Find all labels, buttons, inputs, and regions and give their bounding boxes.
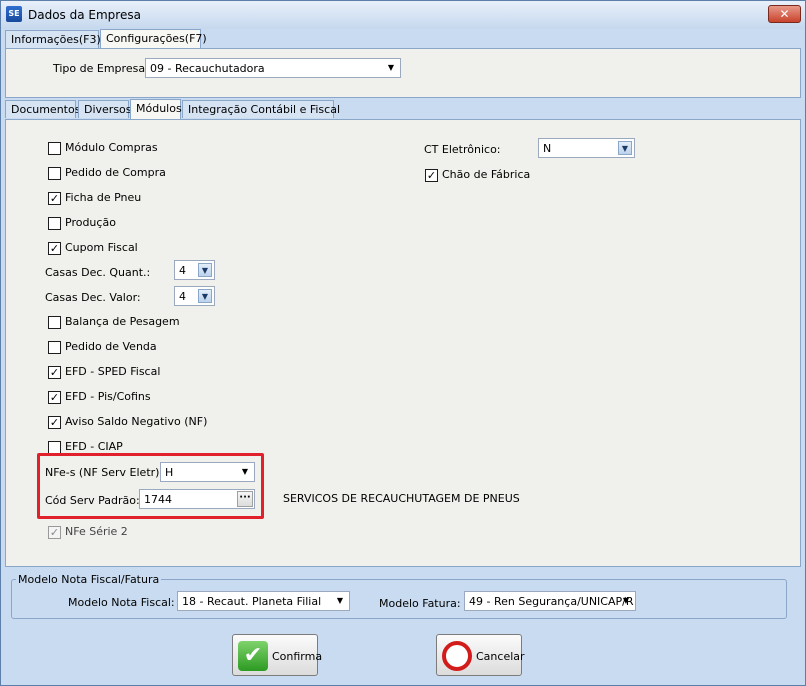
cancelar-label: Cancelar — [476, 650, 525, 663]
ct-eletronico-select[interactable]: N ▼ — [538, 138, 635, 158]
chevron-down-icon: ▼ — [387, 63, 395, 72]
cod-serv-value: 1744 — [144, 493, 172, 506]
checkbox-box[interactable] — [48, 167, 61, 180]
cod-serv-description: SERVICOS DE RECAUCHUTAGEM DE PNEUS — [283, 492, 520, 505]
confirma-label: Confirma — [272, 650, 323, 663]
modelo-fatura-label: Modelo Fatura: — [379, 597, 461, 610]
tab-integracao[interactable]: Integração Contábil e Fiscal — [182, 100, 340, 118]
tab-configuracoes[interactable]: Configurações(F7) — [100, 29, 207, 49]
cancel-icon — [442, 641, 472, 671]
checkbox-label: Pedido de Compra — [65, 166, 166, 179]
window-title: Dados da Empresa — [28, 8, 141, 22]
chevron-down-icon: ▼ — [198, 289, 212, 303]
checkbox-label: EFD - CIAP — [65, 440, 123, 453]
tab-modulos[interactable]: Módulos — [130, 99, 182, 119]
nfse-select[interactable]: H ▼ — [160, 462, 255, 482]
dialog-window: SE Dados da Empresa ✕ Informações(F3) Co… — [0, 0, 806, 686]
close-button[interactable]: ✕ — [768, 5, 801, 23]
checkbox-box[interactable] — [48, 217, 61, 230]
casas-quant-select[interactable]: 4 ▼ — [174, 260, 215, 280]
nfse-value: H — [165, 466, 174, 479]
checkbox-box[interactable] — [48, 341, 61, 354]
checkbox-label: Cupom Fiscal — [65, 241, 138, 254]
title-bar: SE Dados da Empresa ✕ — [1, 1, 805, 29]
cod-serv-input[interactable]: 1744 ··· — [139, 489, 255, 509]
checkbox-box[interactable] — [48, 142, 61, 155]
casas-valor-select[interactable]: 4 ▼ — [174, 286, 215, 306]
checkbox-label: Módulo Compras — [65, 141, 158, 154]
ct-eletronico-value: N — [543, 142, 552, 155]
modelo-nota-label: Modelo Nota Fiscal: — [68, 596, 175, 609]
checkbox-box[interactable] — [48, 316, 61, 329]
confirma-button[interactable]: ✔ Confirma — [232, 634, 322, 676]
checkbox-label: Chão de Fábrica — [442, 168, 531, 181]
tipo-empresa-select[interactable]: 09 - Recauchutadora ▼ — [145, 58, 401, 78]
casas-valor-label: Casas Dec. Valor: — [45, 291, 141, 304]
checkbox-label: EFD - Pis/Cofins — [65, 390, 151, 403]
checkbox-label: EFD - SPED Fiscal — [65, 365, 161, 378]
checkbox-label: Ficha de Pneu — [65, 191, 142, 204]
chevron-down-icon: ▼ — [622, 596, 630, 605]
ct-eletronico-label: CT Eletrônico: — [424, 143, 501, 156]
chevron-down-icon: ▼ — [198, 263, 212, 277]
cancelar-button[interactable]: Cancelar — [436, 634, 525, 676]
checkbox-box: ✓ — [48, 526, 61, 539]
casas-valor-value: 4 — [179, 290, 186, 303]
lookup-button[interactable]: ··· — [237, 491, 253, 507]
cod-serv-label: Cód Serv Padrão: — [45, 494, 140, 507]
checkbox-box[interactable]: ✓ — [48, 391, 61, 404]
chevron-down-icon: ▼ — [241, 467, 249, 476]
chevron-down-icon: ▼ — [618, 141, 632, 155]
modelo-nota-select[interactable]: 18 - Recaut. Planeta Filial ▼ — [177, 591, 350, 611]
checkbox-label: Balança de Pesagem — [65, 315, 180, 328]
checkbox-label: Produção — [65, 216, 116, 229]
tab-diversos[interactable]: Diversos — [78, 100, 132, 118]
tipo-empresa-label: Tipo de Empresa: — [53, 62, 149, 75]
checkbox-box[interactable]: ✓ — [48, 242, 61, 255]
app-icon: SE — [6, 6, 22, 22]
chevron-down-icon: ▼ — [336, 596, 344, 605]
checkbox-box[interactable]: ✓ — [425, 169, 438, 182]
checkbox-label: Pedido de Venda — [65, 340, 157, 353]
casas-quant-value: 4 — [179, 264, 186, 277]
nfse-label: NFe-s (NF Serv Eletr): — [45, 466, 164, 479]
modelo-fatura-value: 49 - Ren Segurança/UNICAP/R — [469, 595, 634, 608]
checkbox-box[interactable]: ✓ — [48, 366, 61, 379]
modelo-groupbox: Modelo Nota Fiscal/Fatura Modelo Nota Fi… — [11, 573, 787, 619]
tipo-empresa-value: 09 - Recauchutadora — [150, 62, 265, 75]
checkbox-label: Aviso Saldo Negativo (NF) — [65, 415, 208, 428]
modelo-group-title: Modelo Nota Fiscal/Fatura — [16, 573, 162, 586]
checkmark-icon: ✔ — [238, 641, 268, 671]
tab-documentos[interactable]: Documentos — [5, 100, 80, 118]
modelo-fatura-select[interactable]: 49 - Ren Segurança/UNICAP/R ▼ — [464, 591, 636, 611]
casas-quant-label: Casas Dec. Quant.: — [45, 266, 151, 279]
configuracoes-panel: Tipo de Empresa: 09 - Recauchutadora ▼ — [5, 48, 801, 98]
checkbox-label: NFe Série 2 — [65, 525, 128, 538]
checkbox-box[interactable]: ✓ — [48, 192, 61, 205]
modelo-nota-value: 18 - Recaut. Planeta Filial — [182, 595, 322, 608]
tab-informacoes[interactable]: Informações(F3) — [5, 30, 101, 48]
checkbox-box[interactable]: ✓ — [48, 416, 61, 429]
